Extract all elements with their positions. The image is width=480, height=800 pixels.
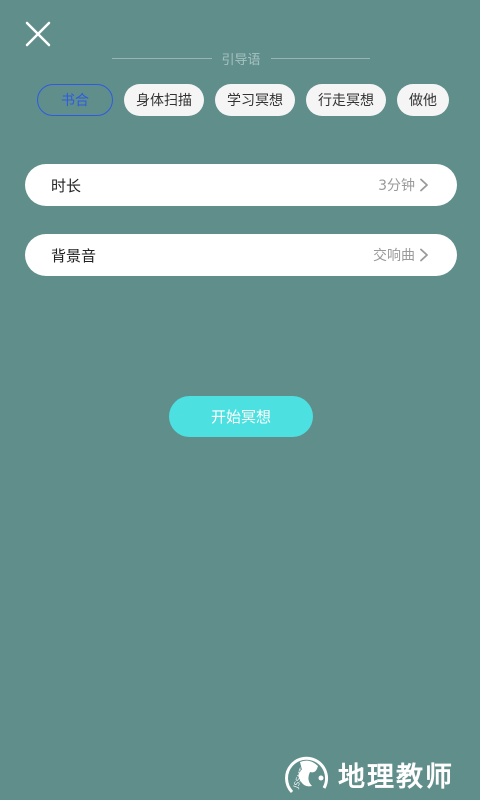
background-music-row[interactable]: 背景音 交响曲 — [25, 234, 457, 276]
duration-label: 时长 — [51, 176, 82, 195]
chevron-right-icon — [420, 178, 428, 192]
section-title: 引导语 — [221, 52, 261, 68]
chip-body-scan[interactable]: 身体扫描 — [124, 84, 204, 116]
watermark-text: 地理教师 — [338, 761, 454, 793]
divider-left — [112, 57, 212, 59]
background-music-label: 背景音 — [51, 246, 97, 265]
watermark: JSSHT 地理教师 — [280, 750, 476, 798]
chip-learn-meditation[interactable]: 学习冥想 — [215, 84, 295, 116]
chip-walking-meditation[interactable]: 行走冥想 — [306, 84, 386, 116]
close-button[interactable] — [22, 18, 54, 50]
duration-value-group: 3分钟 — [378, 175, 429, 195]
chevron-right-icon — [420, 248, 428, 262]
divider-right — [270, 57, 371, 59]
guide-section-header: 引导语 — [112, 48, 371, 68]
background-music-value-group: 交响曲 — [373, 245, 429, 265]
close-icon — [25, 21, 51, 47]
chip-shuhe[interactable]: 书合 — [37, 84, 113, 116]
watermark-logo: JSSHT — [285, 756, 329, 794]
start-meditation-button[interactable]: 开始冥想 — [169, 396, 313, 437]
chip-more[interactable]: 做他 — [397, 84, 449, 116]
duration-value: 3分钟 — [378, 178, 415, 194]
duration-row[interactable]: 时长 3分钟 — [25, 164, 457, 206]
background-music-value: 交响曲 — [373, 248, 415, 264]
guide-chip-list: 书合 身体扫描 学习冥想 行走冥想 做他 — [37, 84, 456, 120]
